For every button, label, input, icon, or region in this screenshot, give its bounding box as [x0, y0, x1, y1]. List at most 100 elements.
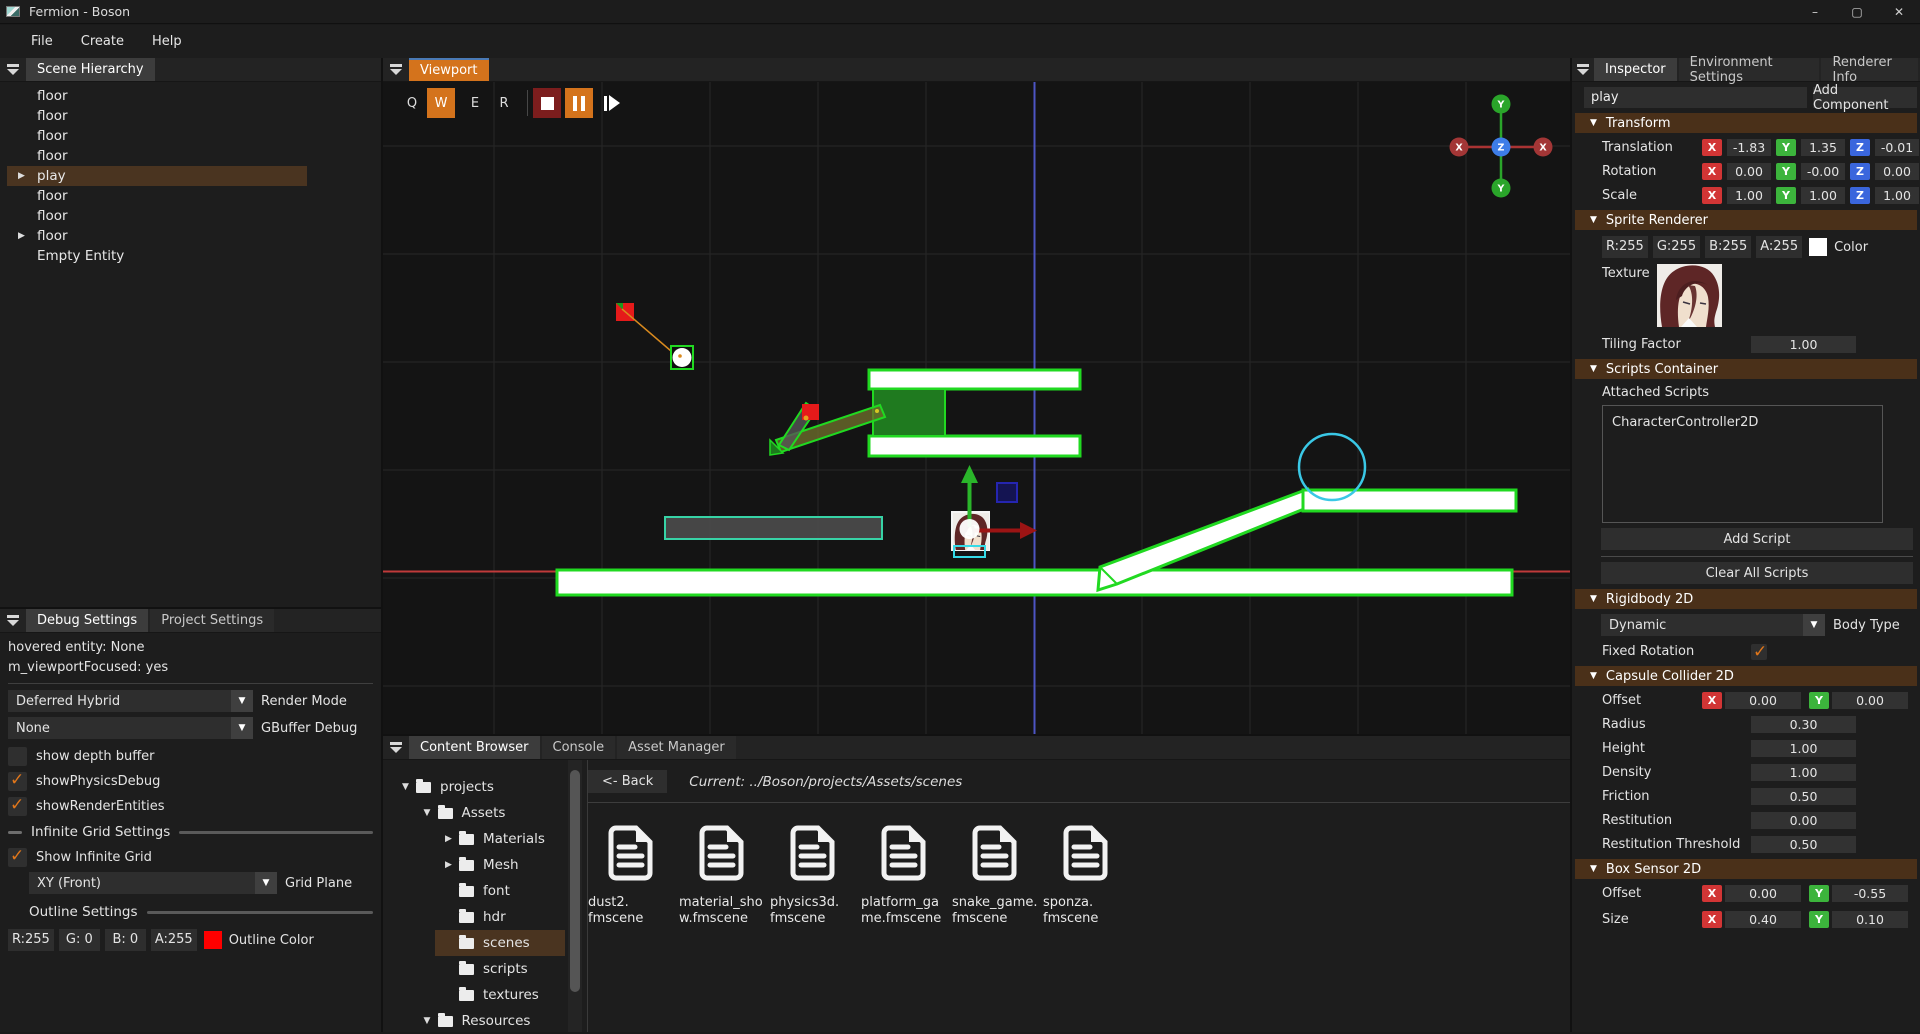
back-button[interactable]: <- Back [588, 770, 667, 793]
expand-arrow-icon[interactable]: ▼ [424, 808, 438, 818]
tab-viewport[interactable]: Viewport [409, 58, 489, 81]
viewport-scene[interactable]: YY XX Z [383, 82, 1570, 734]
player-sprite[interactable] [951, 465, 1037, 557]
trigger-box[interactable] [665, 517, 882, 539]
value-field[interactable]: 0.30 [1751, 716, 1856, 733]
rotation-z-field[interactable]: 0.00 [1875, 163, 1919, 180]
box-size-x-field[interactable]: 0.40 [1725, 911, 1801, 928]
capsule-collider-2d-header[interactable]: ▼ Capsule Collider 2D [1575, 666, 1917, 686]
close-button[interactable]: ✕ [1878, 0, 1920, 23]
sprite-color-swatch[interactable] [1809, 238, 1827, 256]
panel-menu-icon[interactable] [0, 58, 26, 81]
show-infinite-grid-checkbox[interactable] [8, 848, 27, 867]
color-channel-field[interactable]: R:255 [1602, 236, 1648, 258]
panel-menu-icon[interactable] [383, 58, 409, 81]
tab-environment-settings[interactable]: Environment Settings [1679, 58, 1820, 81]
translation-y-field[interactable]: 1.35 [1801, 139, 1845, 156]
file-card[interactable]: platform_ga me.fmscene [861, 825, 947, 927]
tree-item-font[interactable]: font [383, 878, 568, 904]
entity-name-field[interactable] [1584, 87, 1807, 108]
minimize-button[interactable]: – [1794, 0, 1836, 23]
rotation-y-field[interactable]: -0.00 [1801, 163, 1845, 180]
hierarchy-item-floor[interactable]: floor [7, 86, 307, 106]
color-channel-field[interactable]: A:255 [1756, 236, 1802, 258]
tab-inspector[interactable]: Inspector [1594, 58, 1677, 81]
tree-item-textures[interactable]: textures [383, 982, 568, 1008]
hierarchy-item-floor[interactable]: floor [7, 186, 307, 206]
render-mode-dropdown[interactable]: Deferred Hybrid ▼ [8, 690, 253, 712]
hierarchy-item-play[interactable]: ▶play [7, 166, 307, 186]
tree-item-scripts[interactable]: scripts [383, 956, 568, 982]
capsule-offset-y-field[interactable]: 0.00 [1832, 692, 1908, 709]
show-infinite-grid-row[interactable]: Show Infinite Grid [8, 845, 373, 870]
value-field[interactable]: 1.00 [1751, 764, 1856, 781]
tree-item-projects[interactable]: ▼projects [383, 774, 568, 800]
tree-item-resources[interactable]: ▼Resources [383, 1008, 568, 1034]
file-card[interactable]: dust2. fmscene [588, 825, 674, 927]
scale-z-field[interactable]: 1.00 [1875, 187, 1919, 204]
maximize-button[interactable]: ▢ [1836, 0, 1878, 23]
tool-w-button[interactable]: W [427, 88, 455, 118]
fixed-rotation-checkbox[interactable] [1751, 644, 1767, 660]
scale-y-field[interactable]: 1.00 [1801, 187, 1845, 204]
value-field[interactable]: 0.50 [1751, 788, 1856, 805]
panel-menu-icon[interactable] [383, 736, 409, 759]
color-channel-field[interactable]: B:255 [1705, 236, 1751, 258]
add-component-button[interactable]: Add Component [1813, 87, 1917, 108]
menu-help[interactable]: Help [152, 34, 182, 49]
upper-platform-top[interactable] [869, 370, 1080, 389]
translation-z-field[interactable]: -0.01 [1875, 139, 1919, 156]
box-offset-y-field[interactable]: -0.55 [1832, 885, 1908, 902]
tree-item-hdr[interactable]: hdr [383, 904, 568, 930]
tab-project-settings[interactable]: Project Settings [150, 609, 274, 632]
tool-e-button[interactable]: E [461, 88, 489, 118]
tree-item-materials[interactable]: ▶Materials [383, 826, 568, 852]
checkbox[interactable] [8, 772, 27, 791]
tree-scrollbar[interactable] [568, 760, 582, 1032]
value-field[interactable]: 0.50 [1751, 836, 1856, 853]
color-channel-field[interactable]: R:255 [8, 929, 54, 951]
expand-arrow-icon[interactable]: ▶ [18, 166, 25, 186]
grid-plane-dropdown[interactable]: XY (Front) ▼ [29, 872, 277, 894]
box-offset-x-field[interactable]: 0.00 [1725, 885, 1801, 902]
tool-q-button[interactable]: Q [398, 88, 426, 118]
add-script-button[interactable]: Add Script [1601, 528, 1913, 550]
blue-marker-box[interactable] [997, 483, 1017, 502]
ball-sprite[interactable] [671, 346, 693, 369]
checkbox[interactable] [8, 797, 27, 816]
file-card[interactable]: physics3d. fmscene [770, 825, 856, 927]
tab-content-browser[interactable]: Content Browser [409, 736, 540, 759]
color-channel-field[interactable]: G:255 [1653, 236, 1700, 258]
color-channel-field[interactable]: A:255 [151, 929, 197, 951]
tree-item-scenes[interactable]: scenes [383, 930, 568, 956]
tree-item-assets[interactable]: ▼Assets [383, 800, 568, 826]
outline-color-swatch[interactable] [204, 931, 222, 949]
file-card[interactable]: sponza. fmscene [1043, 825, 1129, 927]
expand-arrow-icon[interactable]: ▼ [402, 782, 416, 792]
file-card[interactable]: snake_game. fmscene [952, 825, 1038, 927]
clear-all-scripts-button[interactable]: Clear All Scripts [1601, 562, 1913, 584]
transform-header[interactable]: ▼ Transform [1575, 113, 1917, 133]
hierarchy-item-floor[interactable]: floor [7, 146, 307, 166]
expand-arrow-icon[interactable]: ▶ [18, 226, 25, 246]
expand-arrow-icon[interactable]: ▼ [424, 1016, 438, 1026]
menu-create[interactable]: Create [81, 34, 124, 49]
tree-item-mesh[interactable]: ▶Mesh [383, 852, 568, 878]
texture-thumbnail[interactable] [1657, 264, 1722, 327]
panel-menu-icon[interactable] [1572, 58, 1594, 81]
tab-console[interactable]: Console [542, 736, 616, 759]
hierarchy-item-floor[interactable]: floor [7, 106, 307, 126]
rigidbody-2d-header[interactable]: ▼ Rigidbody 2D [1575, 589, 1917, 609]
scripts-container-header[interactable]: ▼ Scripts Container [1575, 359, 1917, 379]
tab-asset-manager[interactable]: Asset Manager [617, 736, 736, 759]
hierarchy-item-empty-entity[interactable]: Empty Entity [7, 246, 307, 266]
color-channel-field[interactable]: G: 0 [59, 929, 100, 951]
body-type-dropdown[interactable]: Dynamic ▼ [1601, 614, 1825, 636]
expand-arrow-icon[interactable]: ▶ [445, 834, 459, 844]
sprite-renderer-header[interactable]: ▼ Sprite Renderer [1575, 210, 1917, 230]
translation-x-field[interactable]: -1.83 [1727, 139, 1771, 156]
tiling-factor-field[interactable]: 1.00 [1751, 336, 1856, 353]
script-list-item[interactable]: CharacterController2D [1603, 406, 1882, 430]
box-sensor-2d-header[interactable]: ▼ Box Sensor 2D [1575, 859, 1917, 879]
gbuffer-debug-dropdown[interactable]: None ▼ [8, 717, 253, 739]
